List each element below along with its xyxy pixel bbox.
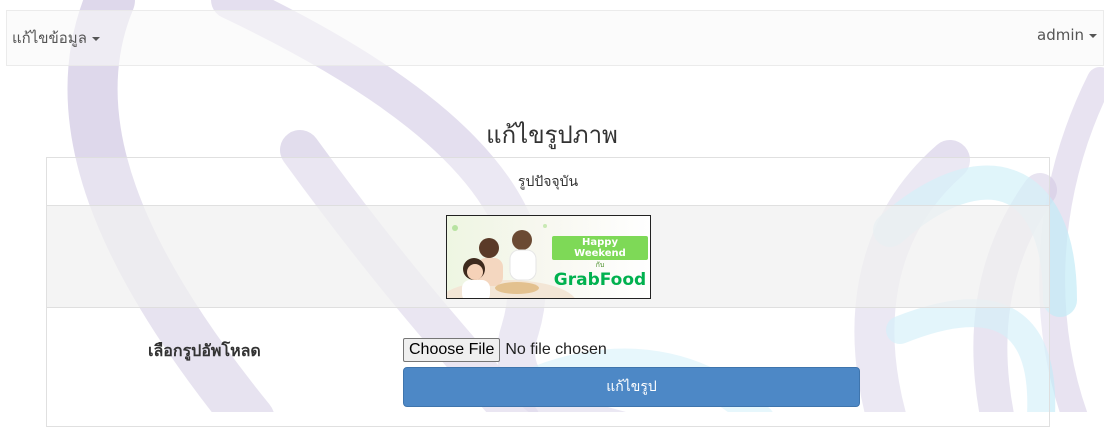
upload-label: เลือกรูปอัพโหลด <box>148 341 261 360</box>
banner-badge: Happy Weekend <box>552 236 648 260</box>
choose-file-button[interactable]: Choose File <box>403 338 501 362</box>
file-input[interactable]: Choose File No file chosen <box>403 338 607 362</box>
edit-image-panel: รูปปัจจุบัน Happy Weekend กับ GrabFood เ… <box>46 157 1050 427</box>
edit-data-dropdown-label: แก้ไขข้อมูล <box>12 29 87 47</box>
edit-data-dropdown[interactable]: แก้ไขข้อมูล <box>12 26 100 50</box>
user-dropdown-label: admin <box>1037 26 1084 44</box>
user-dropdown[interactable]: admin <box>1037 26 1097 44</box>
current-image: Happy Weekend กับ GrabFood <box>446 215 651 299</box>
caret-down-icon <box>1089 33 1097 38</box>
panel-heading: รูปปัจจุบัน <box>47 158 1049 206</box>
grabfood-logo: Happy Weekend กับ GrabFood <box>552 236 648 289</box>
file-status: No file chosen <box>505 341 607 358</box>
page-title: แก้ไขรูปภาพ <box>486 121 618 149</box>
caret-down-icon <box>91 36 100 41</box>
edit-image-submit-button[interactable]: แก้ไขรูป <box>403 367 860 407</box>
banner-brand: GrabFood <box>553 270 647 290</box>
current-image-row: Happy Weekend กับ GrabFood <box>47 206 1049 308</box>
navbar: แก้ไขข้อมูล admin <box>6 10 1104 66</box>
